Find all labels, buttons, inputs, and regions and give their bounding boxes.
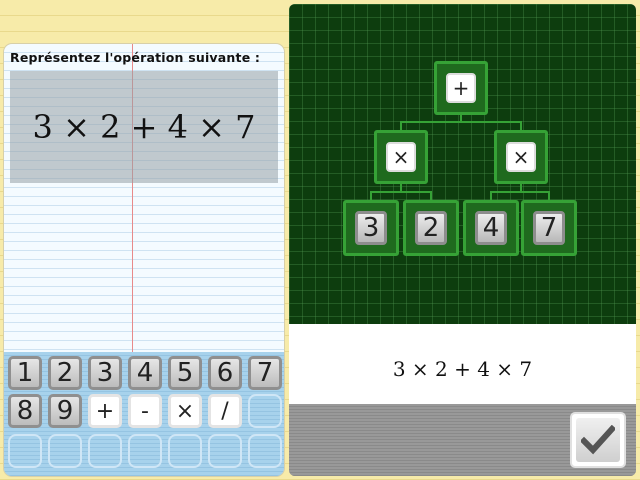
answer-area: 3 × 2 + 4 × 7 — [289, 324, 636, 404]
empty-slot — [248, 394, 282, 428]
empty-slot — [88, 434, 122, 468]
tree-node-right-op[interactable]: × — [494, 130, 548, 184]
key-3[interactable]: 3 — [88, 356, 122, 390]
operator-times-tile: × — [386, 142, 416, 172]
connector-right-7 — [521, 191, 550, 200]
number-tile: 4 — [475, 211, 507, 245]
connector-right-4 — [490, 184, 522, 200]
key-divide[interactable]: / — [208, 394, 242, 428]
number-tile: 3 — [355, 211, 387, 245]
key-6[interactable]: 6 — [208, 356, 242, 390]
tree-leaf-4[interactable]: 7 — [521, 200, 577, 256]
tree-node-root[interactable]: + — [434, 61, 488, 115]
connector-root-right — [461, 121, 522, 130]
empty-slot — [48, 434, 82, 468]
tree-connectors — [370, 114, 550, 200]
validate-button[interactable] — [570, 412, 626, 468]
instruction-text: Représentez l'opération suivante : — [10, 50, 261, 65]
key-5[interactable]: 5 — [168, 356, 202, 390]
tree-leaf-3[interactable]: 4 — [463, 200, 519, 256]
key-2[interactable]: 2 — [48, 356, 82, 390]
checkmark-icon — [581, 425, 615, 455]
tree-leaf-2[interactable]: 2 — [403, 200, 459, 256]
connector-left-2 — [401, 191, 432, 200]
operator-times-tile: × — [506, 142, 536, 172]
key-plus[interactable]: + — [88, 394, 122, 428]
empty-slot — [248, 434, 282, 468]
workspace-panel: + × × 3 2 4 7 3 × 2 + 4 × 7 — [289, 4, 636, 476]
number-tile: 7 — [533, 211, 565, 245]
connector-left-3 — [370, 184, 402, 200]
tree-board: + × × 3 2 4 7 — [289, 4, 636, 324]
key-7[interactable]: 7 — [248, 356, 282, 390]
tree-leaf-1[interactable]: 3 — [343, 200, 399, 256]
key-1[interactable]: 1 — [8, 356, 42, 390]
question-card: Représentez l'opération suivante : 3 × 2… — [4, 44, 284, 476]
empty-slot — [128, 434, 162, 468]
tree-node-left-op[interactable]: × — [374, 130, 428, 184]
expression-text: 3 × 2 + 4 × 7 — [32, 108, 256, 146]
empty-slot — [168, 434, 202, 468]
key-9[interactable]: 9 — [48, 394, 82, 428]
expression-box: 3 × 2 + 4 × 7 — [10, 71, 278, 183]
operator-plus-tile: + — [446, 73, 476, 103]
connector-root-left — [400, 114, 462, 130]
empty-slot — [8, 434, 42, 468]
answer-expression: 3 × 2 + 4 × 7 — [392, 357, 533, 381]
validate-button-face — [576, 418, 620, 462]
keypad: 1 2 3 4 5 6 7 8 9 + - × / — [4, 352, 284, 476]
key-4[interactable]: 4 — [128, 356, 162, 390]
key-times[interactable]: × — [168, 394, 202, 428]
key-8[interactable]: 8 — [8, 394, 42, 428]
empty-slot — [208, 434, 242, 468]
number-tile: 2 — [415, 211, 447, 245]
key-minus[interactable]: - — [128, 394, 162, 428]
